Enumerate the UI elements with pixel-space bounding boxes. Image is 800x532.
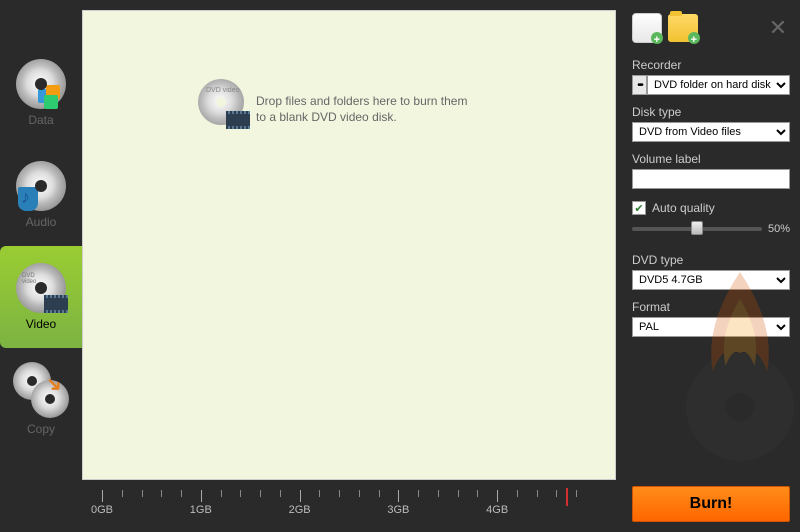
- ruler-label: 3GB: [387, 504, 409, 516]
- add-folder-button[interactable]: +: [668, 14, 698, 42]
- dvd-type-select[interactable]: DVD5 4.7GB: [632, 270, 790, 290]
- capacity-marker: [566, 488, 568, 506]
- recorder-select[interactable]: DVD folder on hard disk: [647, 75, 790, 95]
- disc-audio-icon: [16, 161, 66, 211]
- sidebar-item-data[interactable]: Data: [0, 42, 82, 144]
- burn-button[interactable]: Burn!: [632, 486, 790, 522]
- quality-slider-thumb[interactable]: [691, 221, 703, 235]
- sidebar-label-copy: Copy: [27, 422, 55, 436]
- ruler-tick: [398, 490, 399, 502]
- settings-panel: + + ✕ Recorder ••• DVD folder on hard di…: [622, 0, 800, 532]
- disk-type-select[interactable]: DVD from Video files: [632, 122, 790, 142]
- ruler-tick: [201, 490, 202, 502]
- volume-label-input[interactable]: [632, 169, 790, 189]
- format-select[interactable]: PAL: [632, 317, 790, 337]
- recorder-label: Recorder: [632, 58, 790, 72]
- disk-type-label: Disk type: [632, 105, 790, 119]
- add-file-button[interactable]: +: [632, 13, 662, 43]
- format-label: Format: [632, 300, 790, 314]
- sidebar-item-audio[interactable]: Audio: [0, 144, 82, 246]
- sidebar-label-data: Data: [28, 113, 53, 127]
- sidebar-item-video[interactable]: DVDvideo Video: [0, 246, 82, 348]
- drop-hint: DVD video Drop files and folders here to…: [198, 79, 467, 125]
- ruler-tick: [102, 490, 103, 502]
- drop-hint-text: Drop files and folders here to burn them…: [256, 93, 467, 125]
- ruler-label: 0GB: [91, 504, 113, 516]
- sidebar-label-video: Video: [26, 317, 56, 331]
- sidebar-item-copy[interactable]: ➜ Copy: [0, 348, 82, 450]
- auto-quality-label: Auto quality: [652, 201, 715, 215]
- dvd-type-label: DVD type: [632, 253, 790, 267]
- disc-data-icon: [16, 59, 66, 109]
- ruler-tick: [497, 490, 498, 502]
- drop-area[interactable]: DVD video Drop files and folders here to…: [82, 10, 616, 480]
- ruler-label: 4GB: [486, 504, 508, 516]
- dvd-video-icon: DVD video: [198, 79, 244, 125]
- disc-video-icon: DVDvideo: [16, 263, 66, 313]
- disc-copy-icon: ➜: [13, 362, 69, 418]
- ruler-label: 1GB: [190, 504, 212, 516]
- sidebar: Data Audio DVDvideo Video ➜ Copy: [0, 0, 82, 532]
- quality-value: 50%: [768, 223, 790, 235]
- volume-label-label: Volume label: [632, 152, 790, 166]
- recorder-browse-button[interactable]: •••: [632, 75, 647, 95]
- ruler-tick: [300, 490, 301, 502]
- close-button[interactable]: ✕: [766, 16, 790, 40]
- size-ruler: 0GB 1GB 2GB 3GB 4GB: [82, 488, 616, 528]
- ruler-label: 2GB: [289, 504, 311, 516]
- quality-slider[interactable]: [632, 227, 762, 231]
- auto-quality-checkbox[interactable]: ✔: [632, 201, 646, 215]
- sidebar-label-audio: Audio: [26, 215, 57, 229]
